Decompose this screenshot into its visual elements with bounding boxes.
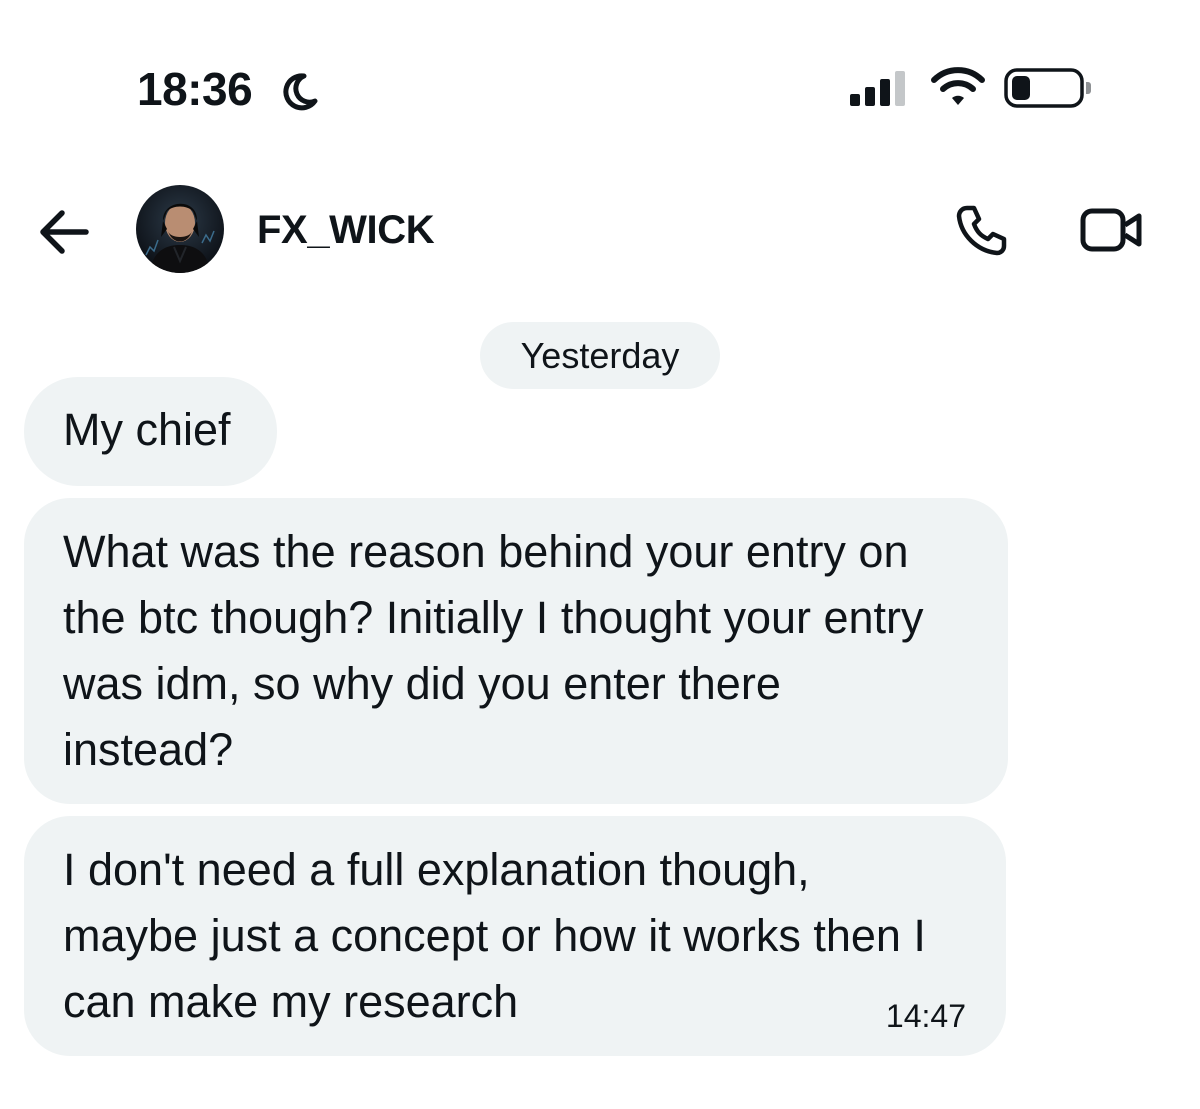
moon-icon (283, 73, 318, 111)
contact-name[interactable]: FX_WICK (257, 208, 435, 252)
cellular-signal-icon (850, 71, 905, 106)
wifi-icon (931, 67, 985, 105)
avatar[interactable] (136, 185, 224, 273)
message-text-line: maybe just a concept or how it works the… (63, 910, 926, 961)
message-bubble[interactable]: What was the reason behind your entry on… (24, 498, 1008, 804)
message-text-line: instead? (63, 724, 234, 775)
phone-icon[interactable] (953, 202, 1009, 258)
status-time: 18:36 (137, 63, 253, 115)
message-text-line: the btc though? Initially I thought your… (63, 592, 924, 643)
message-text-line: I don't need a full explanation though, (63, 844, 810, 895)
message-text: My chief (63, 404, 231, 455)
message-text-line: can make my research (63, 976, 519, 1027)
message-text-line: was idm, so why did you enter there (63, 658, 781, 709)
video-camera-icon[interactable] (1080, 205, 1144, 255)
message-text-line: What was the reason behind your entry on (63, 526, 909, 577)
back-arrow-icon[interactable] (36, 206, 92, 258)
message-bubble[interactable]: My chief (24, 377, 277, 486)
date-divider: Yesterday (480, 322, 720, 389)
battery-icon (1004, 68, 1091, 108)
message-bubble[interactable]: I don't need a full explanation though, … (24, 816, 1006, 1056)
message-timestamp: 14:47 (885, 998, 966, 1034)
